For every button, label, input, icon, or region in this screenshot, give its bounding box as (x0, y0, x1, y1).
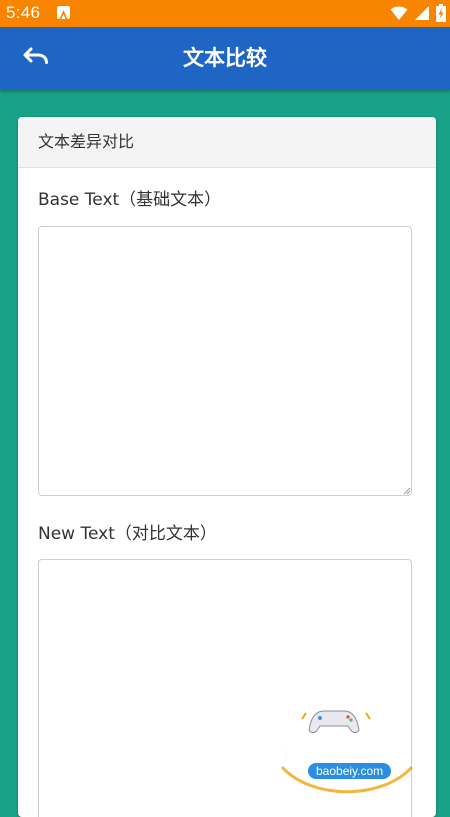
battery-icon (436, 4, 446, 26)
signal-icon (414, 5, 430, 25)
resize-grip-icon[interactable] (403, 487, 411, 495)
page-title: 文本比较 (183, 46, 267, 70)
status-time: 5:46 (6, 3, 41, 22)
status-bar: 5:46 (0, 0, 450, 27)
new-text-label: New Text（对比文本） (38, 524, 217, 544)
wifi-icon (390, 5, 408, 25)
base-text-label: Base Text（基础文本） (38, 190, 222, 210)
new-text-input[interactable] (38, 559, 412, 817)
text-compare-card: 文本差异对比 Base Text（基础文本） New Text（对比文本） (18, 117, 436, 817)
status-icons (390, 4, 446, 26)
base-text-input[interactable] (38, 226, 412, 496)
notification-app-icon (57, 6, 70, 19)
app-bar: 文本比较 (0, 27, 450, 90)
card-header: 文本差异对比 (18, 117, 436, 168)
